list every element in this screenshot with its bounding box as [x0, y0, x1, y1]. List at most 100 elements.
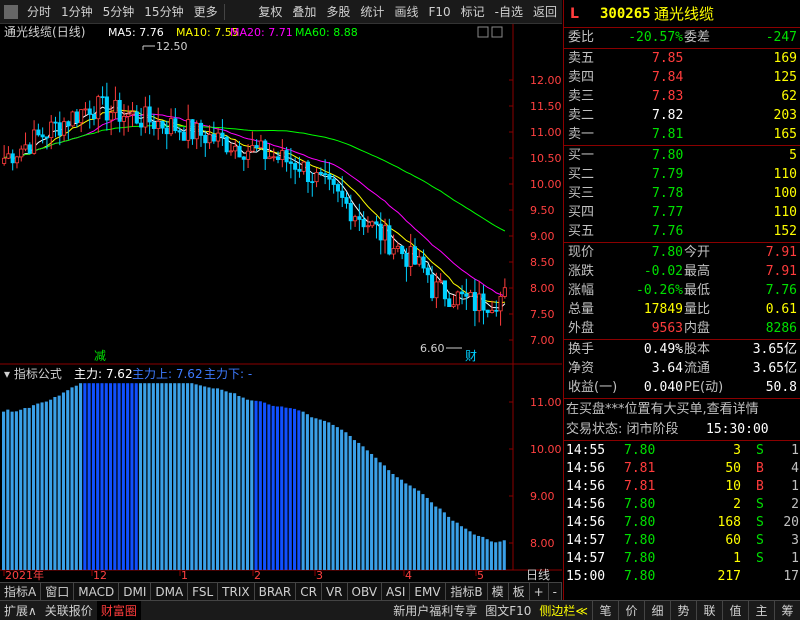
sidebar-toggle[interactable]: 侧边栏≪: [535, 601, 592, 620]
price-tick-label: 7.50: [530, 308, 555, 321]
tab-price[interactable]: 价: [618, 600, 644, 620]
tab-trend[interactable]: 势: [670, 600, 696, 620]
stats2-row: 收益(一) 0.040 PE(动) 50.8: [568, 380, 797, 395]
bids-row[interactable]: 买四 7.77 110: [564, 204, 800, 222]
tab-indicator-b[interactable]: 指标B: [446, 582, 488, 601]
tab-trades[interactable]: 笔: [592, 600, 618, 620]
candle-body: [190, 119, 195, 140]
bids-row[interactable]: 买五 7.76 152: [564, 223, 800, 241]
candle-body: [49, 121, 54, 139]
candle-body: [464, 293, 469, 297]
indicator-bar: [237, 396, 241, 570]
tab-asi[interactable]: ASI: [382, 582, 411, 601]
tab-window[interactable]: 窗口: [41, 582, 75, 601]
indicator-bar: [134, 383, 138, 570]
asks-row[interactable]: 卖四 7.84 125: [564, 69, 800, 87]
overlay-button[interactable]: 叠加: [287, 0, 321, 24]
candle-body: [391, 248, 396, 255]
indicator-bar: [79, 383, 83, 570]
tab-dmi[interactable]: DMI: [119, 582, 152, 601]
tab-indicator-a[interactable]: 指标A: [0, 582, 42, 601]
kline-chart[interactable]: 通光线缆(日线) MA5: 7.76 MA10: 7.55 MA20: 7.71…: [0, 24, 562, 582]
tab-template[interactable]: 模: [488, 582, 509, 601]
ind-tick-label: 9.00: [530, 490, 555, 503]
big-order-notice[interactable]: 在买盘***位置有大买单,查看详情: [564, 401, 800, 419]
tab-chips[interactable]: 筹: [774, 600, 800, 620]
stock-name: 通光线缆: [654, 5, 715, 23]
indicator-bar: [186, 383, 190, 570]
tab-value[interactable]: 值: [722, 600, 748, 620]
level-volume: 100: [773, 186, 797, 201]
tab-emv[interactable]: EMV: [410, 582, 446, 601]
asks-row[interactable]: 卖五 7.85 169: [564, 50, 800, 68]
candle-body: [460, 291, 465, 295]
mark-button[interactable]: 标记: [456, 0, 490, 24]
candle-body: [10, 153, 15, 164]
indicator-bar: [464, 528, 468, 570]
draw-button[interactable]: 画线: [389, 0, 423, 24]
tab-1min[interactable]: 1分钟: [56, 0, 98, 24]
indicator-bar: [429, 502, 434, 570]
indicator-bar: [31, 405, 36, 570]
tab-macd[interactable]: MACD: [74, 582, 120, 601]
zoom-out-button[interactable]: -: [549, 582, 562, 601]
asks-row[interactable]: 卖三 7.83 62: [564, 88, 800, 106]
tab-main[interactable]: 主: [748, 600, 774, 620]
bids-row[interactable]: 买一 7.80 5: [564, 147, 800, 165]
candle-body: [395, 245, 400, 249]
tab-brar[interactable]: BRAR: [255, 582, 297, 601]
tab-detail[interactable]: 细: [644, 600, 670, 620]
ma60-legend: MA60: 8.88: [295, 26, 358, 39]
trade-status: 交易状态: 闭市阶段 15:30:00: [566, 422, 769, 437]
mark-finance[interactable]: 财: [465, 349, 477, 363]
tab-obv[interactable]: OBV: [348, 582, 383, 601]
candle-body: [62, 121, 67, 136]
period-label[interactable]: 日线: [526, 568, 550, 582]
candle-body: [27, 144, 32, 154]
candle-body: [186, 119, 191, 141]
indicator-bar: [442, 512, 446, 570]
tab-more[interactable]: 更多: [189, 0, 223, 24]
tab-board[interactable]: 板: [509, 582, 530, 601]
candle-body: [344, 197, 349, 204]
zoom-in-button[interactable]: +: [530, 582, 549, 601]
multi-stock-button[interactable]: 多股: [321, 0, 355, 24]
tab-cr[interactable]: CR: [296, 582, 322, 601]
candle-body: [198, 122, 204, 136]
expand-button[interactable]: 扩展∧: [0, 601, 41, 620]
tab-15min[interactable]: 15分钟: [139, 0, 188, 24]
remove-watchlist-button[interactable]: -自选: [490, 0, 528, 24]
new-user-welfare-link[interactable]: 新用户福利专享: [389, 601, 481, 620]
indicator-bar: [322, 420, 327, 570]
f10-graphic-tab[interactable]: 图文F10: [481, 601, 535, 620]
asks-row[interactable]: 卖一 7.81 165: [564, 126, 800, 144]
related-quote-tab[interactable]: 关联报价: [41, 601, 97, 620]
level-price: 7.79: [652, 167, 684, 182]
asks-row[interactable]: 卖二 7.82 203: [564, 107, 800, 125]
tab-trix[interactable]: TRIX: [218, 582, 255, 601]
stats-button[interactable]: 统计: [355, 0, 389, 24]
tab-fsl[interactable]: FSL: [188, 582, 219, 601]
tab-dma[interactable]: DMA: [151, 582, 189, 601]
f10-button[interactable]: F10: [423, 0, 455, 24]
tab-vr[interactable]: VR: [322, 582, 348, 601]
tab-intraday[interactable]: 分时: [22, 0, 56, 24]
indicator-bar: [220, 389, 224, 570]
bids-row[interactable]: 买二 7.79 110: [564, 166, 800, 184]
tab-linked[interactable]: 联: [696, 600, 722, 620]
level-label: 买四: [568, 205, 595, 220]
date-tick-label: 4: [405, 569, 412, 582]
indicator-bar: [305, 414, 309, 570]
candle-body: [451, 304, 456, 308]
menu-icon[interactable]: [4, 4, 18, 19]
adjust-button[interactable]: 复权: [253, 0, 287, 24]
mark-reduce[interactable]: 减: [94, 349, 106, 363]
back-button[interactable]: 返回: [528, 0, 562, 24]
candle-body: [117, 99, 122, 122]
indicator-title: ▾ 指标公式: [4, 366, 62, 381]
wealth-circle-tab[interactable]: 财富圈: [96, 600, 141, 620]
top-toolbar: 分时 1分钟 5分钟 15分钟 更多 复权 叠加 多股 统计 画线 F10 标记…: [0, 0, 562, 24]
bids-row[interactable]: 买三 7.78 100: [564, 185, 800, 203]
level-volume: 110: [773, 167, 797, 182]
tab-5min[interactable]: 5分钟: [98, 0, 140, 24]
